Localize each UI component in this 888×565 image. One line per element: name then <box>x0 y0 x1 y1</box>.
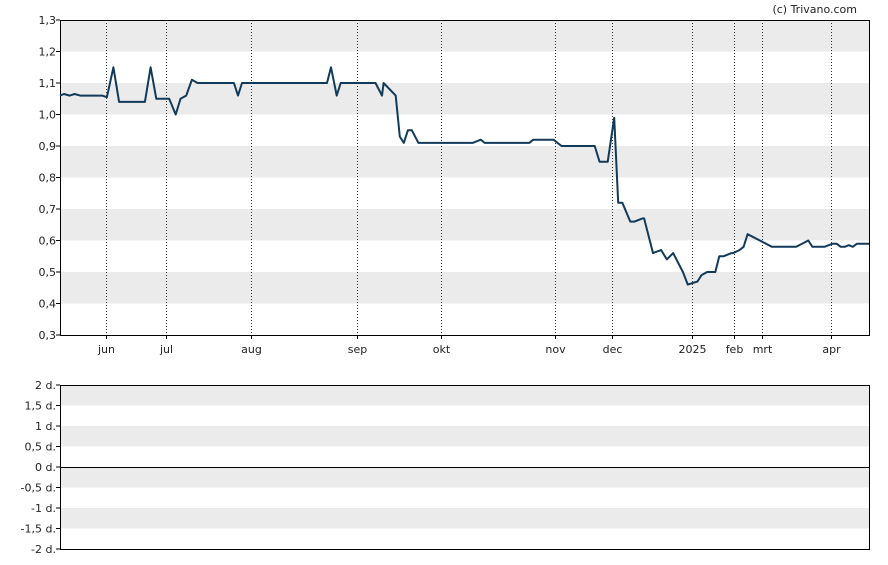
volume-y-tick-label: -1,5 d. <box>21 523 56 536</box>
price-y-tick-label: 1,1 <box>39 77 57 90</box>
volume-panel-bands <box>60 385 869 529</box>
price-y-axis: 1,3 1,2 1,1 1,0 0,9 0,8 0,7 0,6 0,5 0,4 0,3 <box>39 14 60 342</box>
price-y-tick-label: 0,5 <box>39 266 57 279</box>
volume-band <box>60 508 869 529</box>
volume-band <box>60 426 869 447</box>
price-band <box>60 20 869 52</box>
x-tick-label: mrt <box>753 343 773 356</box>
month-x-axis: jun jul aug sep okt nov dec 2025 feb mrt apr <box>97 335 841 356</box>
credit-label: (c) Trivano.com <box>772 3 857 16</box>
x-tick-label: dec <box>603 343 623 356</box>
volume-y-tick-label: 2 d. <box>35 379 56 392</box>
price-y-tick-label: 0,8 <box>39 172 57 185</box>
price-y-tick-label: 0,6 <box>39 235 57 248</box>
volume-y-tick-label: 0 d. <box>35 461 56 474</box>
price-panel-bands <box>60 20 869 304</box>
price-band <box>60 272 869 304</box>
price-y-tick-label: 1,2 <box>39 46 57 59</box>
volume-y-tick-label: -0,5 d. <box>21 482 56 495</box>
x-tick-label: jul <box>159 343 173 356</box>
price-y-tick-label: 0,7 <box>39 203 57 216</box>
volume-y-tick-label: -1 d. <box>31 502 56 515</box>
price-y-tick-label: 0,4 <box>39 298 57 311</box>
volume-y-axis: 2 d. 1,5 d. 1 d. 0,5 d. 0 d. -0,5 d. -1 d. -1,5… <box>21 379 60 556</box>
volume-y-tick-label: 0,5 d. <box>25 441 56 454</box>
price-y-tick-label: 1,0 <box>39 109 57 122</box>
price-chart-svg: 1,3 1,2 1,1 1,0 0,9 0,8 0,7 0,6 0,5 0,4 0,3 jun jul… <box>21 3 870 556</box>
volume-y-tick-label: 1 d. <box>35 420 56 433</box>
x-tick-label: feb <box>726 343 744 356</box>
x-tick-label: sep <box>348 343 367 356</box>
price-y-tick-label: 1,3 <box>39 14 57 27</box>
price-y-tick-label: 0,3 <box>39 329 57 342</box>
price-band <box>60 146 869 178</box>
volume-band <box>60 385 869 406</box>
volume-y-tick-label: 1,5 d. <box>25 400 56 413</box>
x-tick-label: jun <box>97 343 115 356</box>
x-tick-label: apr <box>822 343 841 356</box>
x-tick-label: aug <box>241 343 262 356</box>
volume-y-tick-label: -2 d. <box>31 543 56 556</box>
x-tick-label: 2025 <box>679 343 707 356</box>
price-y-tick-label: 0,9 <box>39 140 57 153</box>
volume-band <box>60 467 869 488</box>
x-tick-label: nov <box>545 343 566 356</box>
x-tick-label: okt <box>433 343 451 356</box>
